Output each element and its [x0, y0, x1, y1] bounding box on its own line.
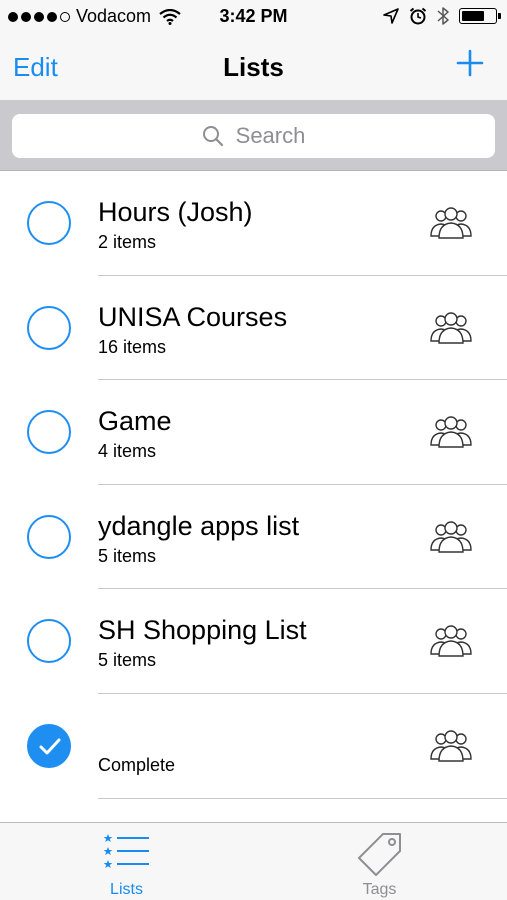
add-list-button[interactable]	[455, 48, 485, 78]
status-right	[383, 6, 501, 26]
list-item-count: 2 items	[98, 232, 157, 252]
list-item[interactable]: UNISA Courses 16 items	[0, 276, 507, 381]
complete-toggle[interactable]	[27, 514, 71, 559]
location-arrow-icon	[383, 8, 399, 24]
list-item-count: 4 items	[98, 441, 157, 462]
search-bar-container: Search	[0, 100, 507, 171]
list-item[interactable]: Complete	[0, 694, 507, 799]
alarm-icon	[409, 7, 427, 25]
share-people-icon[interactable]	[427, 623, 475, 659]
share-people-icon[interactable]	[427, 414, 475, 450]
search-icon	[202, 126, 223, 147]
tab-bar: Lists Tags	[0, 822, 507, 900]
search-input[interactable]: Search	[12, 114, 495, 158]
share-people-icon[interactable]	[427, 728, 475, 764]
list-item[interactable]: Game 4 items	[0, 380, 507, 485]
list-item[interactable]: SH Shopping List 5 items	[0, 589, 507, 694]
tab-label-lists: Lists	[110, 881, 143, 898]
lists-table: Hours (Josh) 2 items UNISA Courses 16 it…	[0, 171, 507, 799]
search-placeholder: Search	[235, 123, 306, 148]
page-title: Lists	[223, 52, 284, 82]
battery-icon	[459, 8, 501, 24]
share-people-icon[interactable]	[427, 310, 475, 346]
list-item-count: 5 items	[98, 545, 157, 566]
checkmark-icon	[39, 738, 61, 755]
list-item[interactable]: ydangle apps list 5 items	[0, 485, 507, 590]
list-icon	[103, 834, 149, 868]
complete-toggle[interactable]	[27, 201, 71, 245]
status-bar: Vodacom 3:42 PM	[0, 0, 507, 34]
bluetooth-icon	[437, 7, 449, 25]
list-title: Game	[98, 406, 172, 437]
share-people-icon[interactable]	[427, 205, 475, 241]
tab-label-tags: Tags	[362, 881, 397, 898]
complete-toggle[interactable]	[27, 305, 71, 350]
complete-toggle-checked[interactable]	[27, 723, 71, 768]
list-title: SH Shopping List	[98, 615, 307, 646]
list-item-count: 5 items	[98, 650, 157, 671]
list-item[interactable]: Hours (Josh) 2 items	[0, 171, 507, 276]
navigation-bar: Edit Lists	[0, 34, 507, 100]
complete-toggle[interactable]	[27, 619, 71, 664]
list-item-count: 16 items	[98, 336, 167, 357]
tab-lists[interactable]: Lists	[0, 823, 253, 900]
list-item-count: Complete	[98, 754, 176, 775]
list-title: UNISA Courses	[98, 301, 288, 332]
complete-toggle[interactable]	[27, 410, 71, 455]
list-title: ydangle apps list	[98, 510, 300, 541]
tab-tags[interactable]: Tags	[253, 823, 506, 900]
share-people-icon[interactable]	[427, 519, 475, 555]
tag-icon	[357, 833, 401, 876]
list-title: Hours (Josh)	[98, 197, 253, 227]
